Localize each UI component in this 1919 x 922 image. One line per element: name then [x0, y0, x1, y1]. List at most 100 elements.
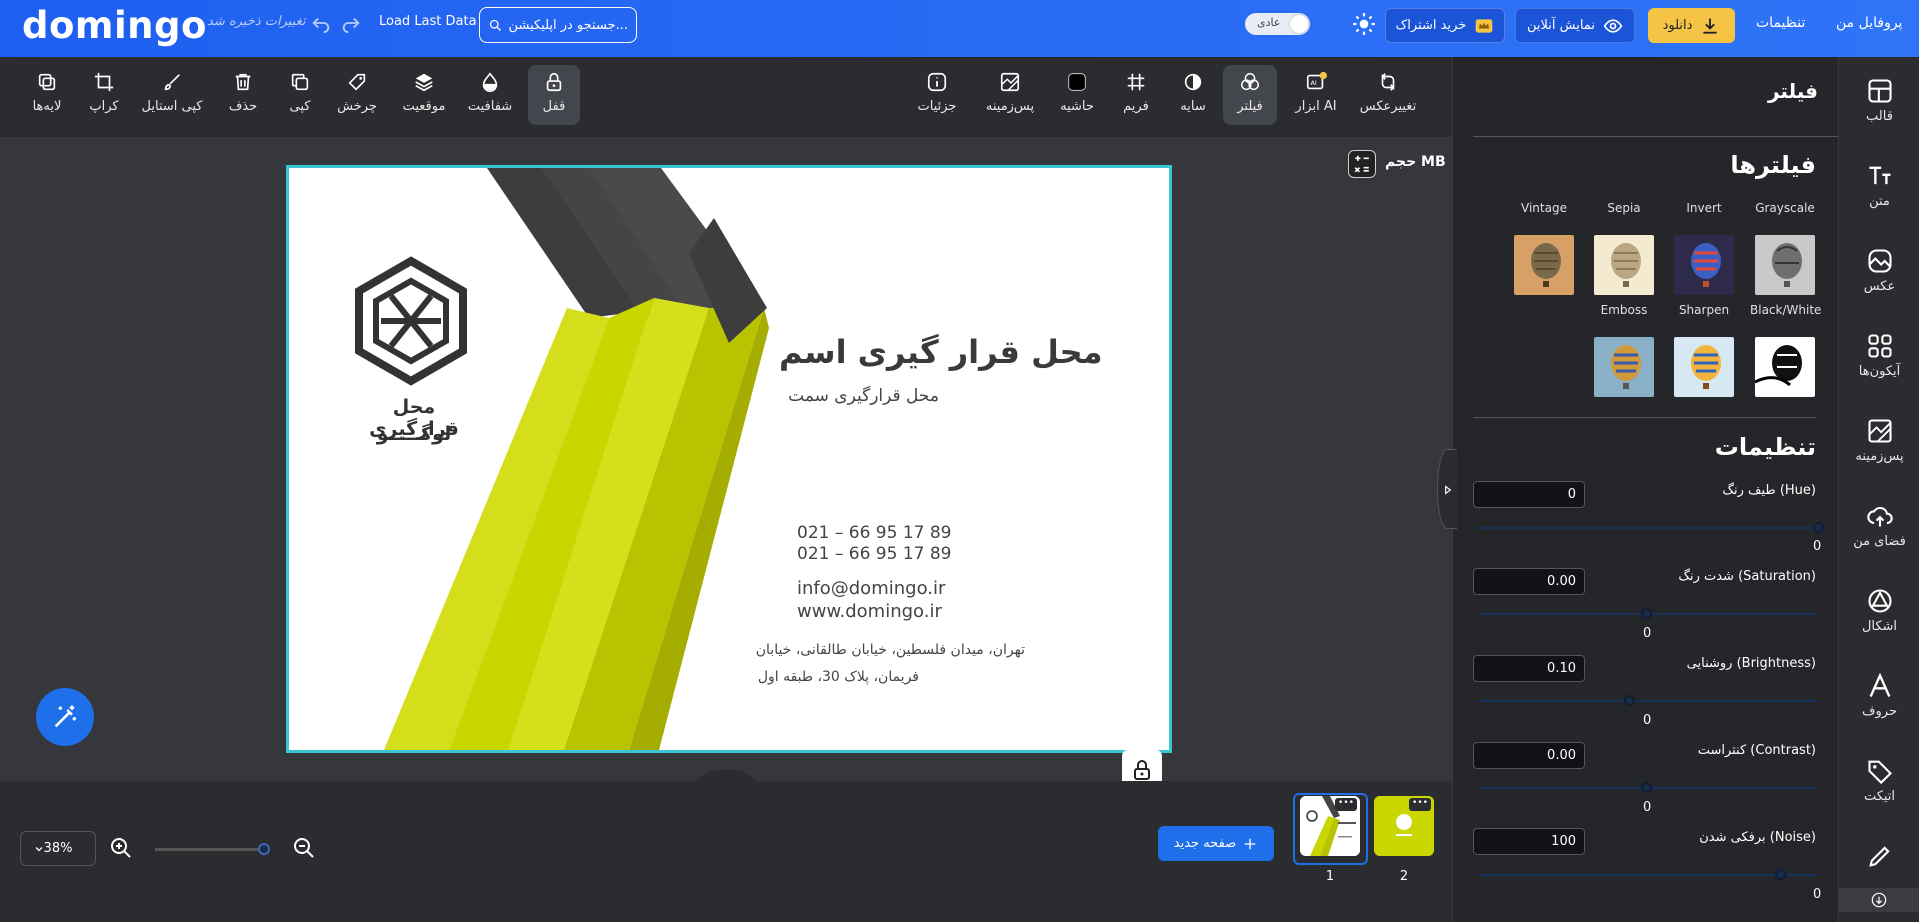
- page-thumb-1[interactable]: •••: [1300, 796, 1360, 856]
- crown-icon: [1475, 18, 1493, 33]
- arrow-down-icon: [1871, 892, 1886, 908]
- profile-link[interactable]: پروفایل من: [1836, 15, 1902, 31]
- zoom-slider[interactable]: [155, 848, 268, 851]
- rotate-tag-icon: [348, 73, 366, 91]
- border-tool[interactable]: حاشیه: [1049, 65, 1105, 125]
- sidebar-item-photo[interactable]: عکس: [1839, 247, 1919, 294]
- selection-frame[interactable]: [286, 165, 1172, 753]
- page-thumb-2[interactable]: •••: [1374, 796, 1434, 856]
- undo-icon[interactable]: [310, 12, 332, 34]
- contrast-slider-thumb[interactable]: [1641, 782, 1652, 793]
- search-placeholder: جستجو در اپلیکیشن...: [508, 17, 628, 33]
- rotate-tool[interactable]: چرخش: [333, 65, 381, 125]
- background-icon: [1000, 72, 1020, 92]
- sidebar-item-background[interactable]: پس‌زمینه: [1839, 417, 1919, 464]
- sidebar-scroll-down[interactable]: [1838, 888, 1919, 912]
- search-input[interactable]: جستجو در اپلیکیشن...: [479, 7, 637, 43]
- load-last-data-button[interactable]: Load Last Data: [379, 14, 477, 29]
- download-button[interactable]: دانلود: [1648, 8, 1735, 43]
- filter-sharpen[interactable]: [1674, 337, 1734, 397]
- settings-heading: تنظیمات: [1714, 433, 1816, 461]
- copy-tool[interactable]: کپی: [280, 65, 320, 125]
- calculator-icon[interactable]: [1348, 150, 1376, 178]
- filter-invert[interactable]: [1674, 235, 1734, 295]
- shapes-icon: [1867, 589, 1892, 613]
- noise-slider[interactable]: [1478, 874, 1818, 876]
- hue-input[interactable]: 0: [1473, 481, 1585, 508]
- delete-tool[interactable]: حذف: [222, 65, 264, 125]
- sidebar-item-shapes[interactable]: اشکال: [1839, 587, 1919, 634]
- zoom-out-icon[interactable]: [292, 836, 316, 860]
- ai-tools-tool[interactable]: AI ابزار AI: [1288, 65, 1344, 125]
- opacity-tool[interactable]: شفافیت: [462, 65, 518, 125]
- filter-grayscale[interactable]: [1755, 235, 1815, 295]
- plus-icon: [1244, 838, 1256, 849]
- sun-icon[interactable]: [1321, 11, 1375, 37]
- crop-tool[interactable]: کراپ: [84, 65, 124, 125]
- cloud-upload-icon: [1866, 507, 1893, 527]
- brightness-input[interactable]: 0.10: [1473, 655, 1585, 682]
- page-menu-dots[interactable]: •••: [1409, 798, 1431, 811]
- file-size-label: حجم MB: [1385, 154, 1446, 170]
- divider: [1473, 136, 1838, 137]
- droplet-icon: [482, 72, 498, 92]
- sidebar-item-icons[interactable]: آیکون‌ها: [1839, 332, 1919, 379]
- collapse-panel-button[interactable]: [1437, 449, 1457, 529]
- lock-tool[interactable]: قفل: [528, 65, 580, 125]
- filter-blackwhite[interactable]: [1755, 337, 1815, 397]
- filter-emboss[interactable]: [1594, 337, 1654, 397]
- mode-toggle[interactable]: عادی: [1245, 13, 1310, 35]
- zoom-slider-thumb[interactable]: [258, 843, 270, 855]
- layers-stack-icon: [415, 73, 433, 92]
- copy-style-tool[interactable]: کپی استایل: [139, 65, 205, 125]
- saturation-input[interactable]: 0.00: [1473, 568, 1585, 595]
- sidebar-item-text[interactable]: متن: [1839, 162, 1919, 209]
- contrast-input[interactable]: 0.00: [1473, 742, 1585, 769]
- search-icon: [489, 19, 501, 31]
- page-menu-dots[interactable]: •••: [1335, 798, 1357, 811]
- filter-tool[interactable]: فیلتر: [1223, 65, 1277, 125]
- hue-slider[interactable]: [1478, 527, 1818, 529]
- sidebar-item-my-space[interactable]: فضای من: [1839, 502, 1919, 549]
- subscribe-button[interactable]: خرید اشتراک: [1385, 8, 1505, 43]
- change-photo-tool[interactable]: تغییرعکس: [1352, 65, 1424, 125]
- noise-slider-thumb[interactable]: [1775, 869, 1786, 880]
- noise-readout: 0: [1813, 887, 1822, 902]
- sidebar-item-labels[interactable]: اتیکت: [1839, 757, 1919, 804]
- new-page-button[interactable]: صفحه جدید: [1158, 826, 1274, 861]
- app-logo[interactable]: domingo: [22, 4, 207, 47]
- background-tool[interactable]: پس‌زمینه: [978, 65, 1042, 125]
- noise-input[interactable]: 100: [1473, 828, 1585, 855]
- page-number-2: 2: [1399, 869, 1409, 884]
- layers-tool[interactable]: لایه‌ها: [24, 65, 70, 125]
- brightness-slider-thumb[interactable]: [1624, 695, 1635, 706]
- zoom-select[interactable]: 38%: [20, 831, 96, 866]
- position-tool[interactable]: موقعیت: [392, 65, 456, 125]
- lock-icon: [546, 72, 562, 92]
- frame-tool[interactable]: فریم: [1111, 65, 1161, 125]
- hue-readout: 0: [1813, 539, 1822, 554]
- image-icon: [1867, 249, 1892, 273]
- sidebar-item-draw[interactable]: [1839, 842, 1919, 870]
- mode-label: عادی: [1257, 16, 1281, 29]
- sidebar-item-templates[interactable]: قالب: [1839, 77, 1919, 124]
- brightness-slider[interactable]: [1478, 700, 1818, 702]
- swap-image-icon: [1381, 73, 1395, 91]
- text-icon: [1869, 166, 1890, 185]
- redo-icon[interactable]: [340, 12, 362, 34]
- filter-panel: فیلتر فیلترها Grayscale Invert Sepia Vin…: [1452, 57, 1838, 922]
- sidebar-item-fonts[interactable]: حروف: [1839, 672, 1919, 719]
- zoom-in-icon[interactable]: [109, 836, 133, 860]
- background-icon: [1867, 419, 1892, 443]
- preview-button[interactable]: نمایش آنلاین: [1515, 8, 1635, 43]
- filter-sepia[interactable]: [1594, 235, 1654, 295]
- shadow-tool[interactable]: سایه: [1168, 65, 1218, 125]
- saturation-slider-thumb[interactable]: [1641, 608, 1652, 619]
- settings-link[interactable]: تنظیمات: [1756, 15, 1805, 31]
- magic-wand-button[interactable]: [36, 688, 94, 746]
- filter-label-invert: Invert: [1686, 201, 1722, 215]
- details-tool[interactable]: جزئیات: [912, 65, 962, 125]
- hue-slider-thumb[interactable]: [1813, 522, 1824, 533]
- filter-vintage[interactable]: [1514, 235, 1574, 295]
- filter-label-grayscale: Grayscale: [1755, 201, 1815, 215]
